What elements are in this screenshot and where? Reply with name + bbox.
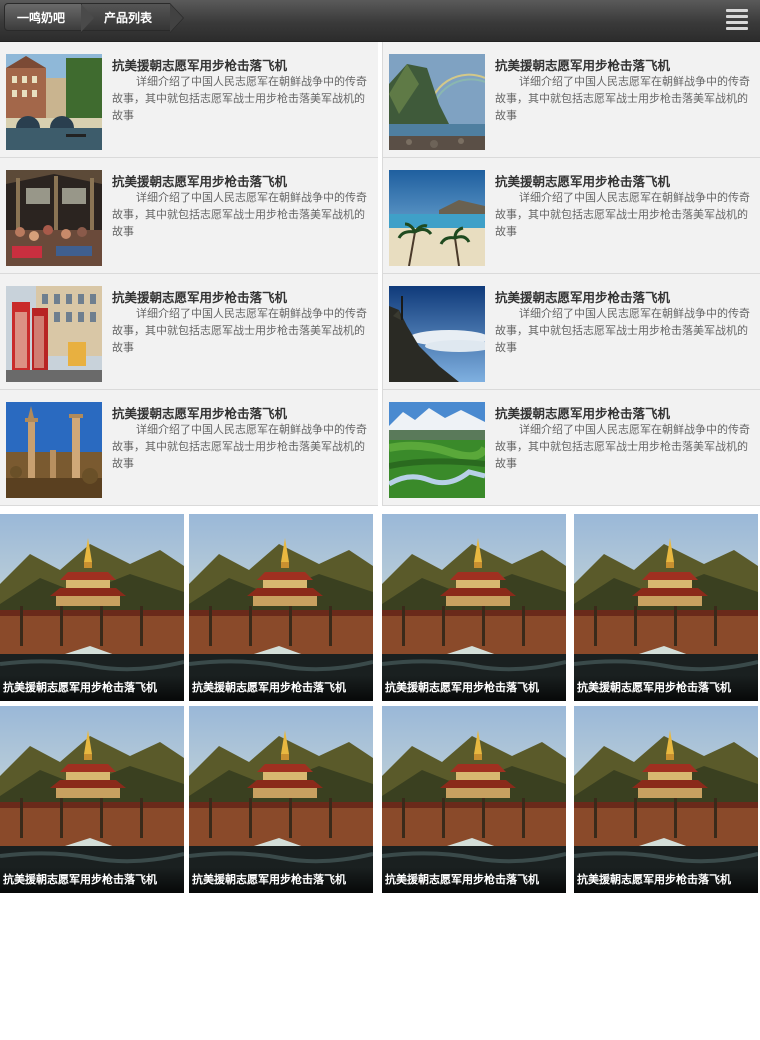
phone-booth-image xyxy=(6,286,102,382)
top-nav-bar: 一鸣奶吧 产品列表 xyxy=(0,0,760,42)
item-title: 抗美援朝志愿军用步枪击落飞机 xyxy=(495,58,671,73)
gallery-tile[interactable]: 抗美援朝志愿军用步枪击落飞机 xyxy=(0,706,184,893)
item-description: 详细介绍了中国人民志愿军在朝鲜战争中的传奇故事，其中就包括志愿军战士用步枪击落美… xyxy=(112,75,367,122)
item-title: 抗美援朝志愿军用步枪击落飞机 xyxy=(112,290,288,305)
palm-beach-image xyxy=(389,170,485,266)
menu-icon[interactable] xyxy=(726,9,748,30)
item-description: 详细介绍了中国人民志愿军在朝鲜战争中的传奇故事，其中就包括志愿军战士用步枪击落美… xyxy=(112,307,367,354)
item-description: 详细介绍了中国人民志愿军在朝鲜战争中的传奇故事，其中就包括志愿军战士用步枪击落美… xyxy=(495,307,750,354)
list-item[interactable]: 抗美援朝志愿军用步枪击落飞机 详细介绍了中国人民志愿军在朝鲜战争中的传奇故事，其… xyxy=(0,42,378,158)
list-item[interactable]: 抗美援朝志愿军用步枪击落飞机 详细介绍了中国人民志愿军在朝鲜战争中的传奇故事，其… xyxy=(382,274,760,390)
item-title: 抗美援朝志愿军用步枪击落飞机 xyxy=(495,406,671,421)
gallery-tile[interactable]: 抗美援朝志愿军用步枪击落飞机 xyxy=(382,514,566,701)
gallery-tile[interactable]: 抗美援朝志愿军用步枪击落飞机 xyxy=(574,514,758,701)
item-title: 抗美援朝志愿军用步枪击落飞机 xyxy=(495,174,671,189)
item-description: 详细介绍了中国人民志愿军在朝鲜战争中的传奇故事，其中就包括志愿军战士用步枪击落美… xyxy=(495,75,750,122)
list-item[interactable]: 抗美援朝志愿军用步枪击落飞机 详细介绍了中国人民志愿军在朝鲜战争中的传奇故事，其… xyxy=(0,158,378,274)
list-item[interactable]: 抗美援朝志愿军用步枪击落飞机 详细介绍了中国人民志愿军在朝鲜战争中的传奇故事，其… xyxy=(382,42,760,158)
pagoda-bridge-image xyxy=(189,514,373,701)
breadcrumb-product-list[interactable]: 产品列表 xyxy=(82,3,184,33)
gallery-caption: 抗美援朝志愿军用步枪击落飞机 xyxy=(382,867,566,893)
gallery-tile[interactable]: 抗美援朝志愿军用步枪击落飞机 xyxy=(0,514,184,701)
gallery-tile[interactable]: 抗美援朝志愿军用步枪击落飞机 xyxy=(189,706,373,893)
pagoda-bridge-image xyxy=(0,514,184,701)
gallery-tile[interactable]: 抗美援朝志愿军用步枪击落飞机 xyxy=(189,514,373,701)
pagoda-bridge-image xyxy=(382,514,566,701)
rainbow-cliff-image xyxy=(389,54,485,150)
item-description: 详细介绍了中国人民志愿军在朝鲜战争中的传奇故事，其中就包括志愿军战士用步枪击落美… xyxy=(112,191,367,238)
list-item[interactable]: 抗美援朝志愿军用步枪击落飞机 详细介绍了中国人民志愿军在朝鲜战争中的传奇故事，其… xyxy=(0,274,378,390)
gallery-caption: 抗美援朝志愿军用步枪击落飞机 xyxy=(574,867,758,893)
item-description: 详细介绍了中国人民志愿军在朝鲜战争中的传奇故事，其中就包括志愿军战士用步枪击落美… xyxy=(495,191,750,238)
gallery-tile[interactable]: 抗美援朝志愿军用步枪击落飞机 xyxy=(574,706,758,893)
pagoda-bridge-image xyxy=(382,706,566,893)
gallery-tile[interactable]: 抗美援朝志愿军用步枪击落飞机 xyxy=(382,706,566,893)
item-title: 抗美援朝志愿军用步枪击落飞机 xyxy=(495,290,671,305)
mountain-clouds-image xyxy=(389,286,485,382)
ancient-ruins-image xyxy=(6,402,102,498)
pagoda-bridge-image xyxy=(189,706,373,893)
list-item[interactable]: 抗美援朝志愿军用步枪击落飞机 详细介绍了中国人民志愿军在朝鲜战争中的传奇故事，其… xyxy=(382,390,760,506)
gallery-caption: 抗美援朝志愿军用步枪击落飞机 xyxy=(0,675,184,701)
pagoda-bridge-image xyxy=(0,706,184,893)
city-canal-image xyxy=(6,54,102,150)
gallery-caption: 抗美援朝志愿军用步枪击落飞机 xyxy=(189,675,373,701)
item-title: 抗美援朝志愿军用步枪击落飞机 xyxy=(112,58,288,73)
list-item[interactable]: 抗美援朝志愿军用步枪击落飞机 详细介绍了中国人民志愿军在朝鲜战争中的传奇故事，其… xyxy=(0,390,378,506)
green-valley-image xyxy=(389,402,485,498)
gallery-caption: 抗美援朝志愿军用步枪击落飞机 xyxy=(0,867,184,893)
list-item[interactable]: 抗美援朝志愿军用步枪击落飞机 详细介绍了中国人民志愿军在朝鲜战争中的传奇故事，其… xyxy=(382,158,760,274)
item-description: 详细介绍了中国人民志愿军在朝鲜战争中的传奇故事，其中就包括志愿军战士用步枪击落美… xyxy=(495,423,750,470)
item-description: 详细介绍了中国人民志愿军在朝鲜战争中的传奇故事，其中就包括志愿军战士用步枪击落美… xyxy=(112,423,367,470)
pagoda-bridge-image xyxy=(574,514,758,701)
market-hall-image xyxy=(6,170,102,266)
breadcrumb-home[interactable]: 一鸣奶吧 xyxy=(4,3,95,33)
gallery-caption: 抗美援朝志愿军用步枪击落飞机 xyxy=(382,675,566,701)
gallery-caption: 抗美援朝志愿军用步枪击落飞机 xyxy=(189,867,373,893)
item-title: 抗美援朝志愿军用步枪击落飞机 xyxy=(112,174,288,189)
pagoda-bridge-image xyxy=(574,706,758,893)
gallery-caption: 抗美援朝志愿军用步枪击落飞机 xyxy=(574,675,758,701)
item-title: 抗美援朝志愿军用步枪击落飞机 xyxy=(112,406,288,421)
